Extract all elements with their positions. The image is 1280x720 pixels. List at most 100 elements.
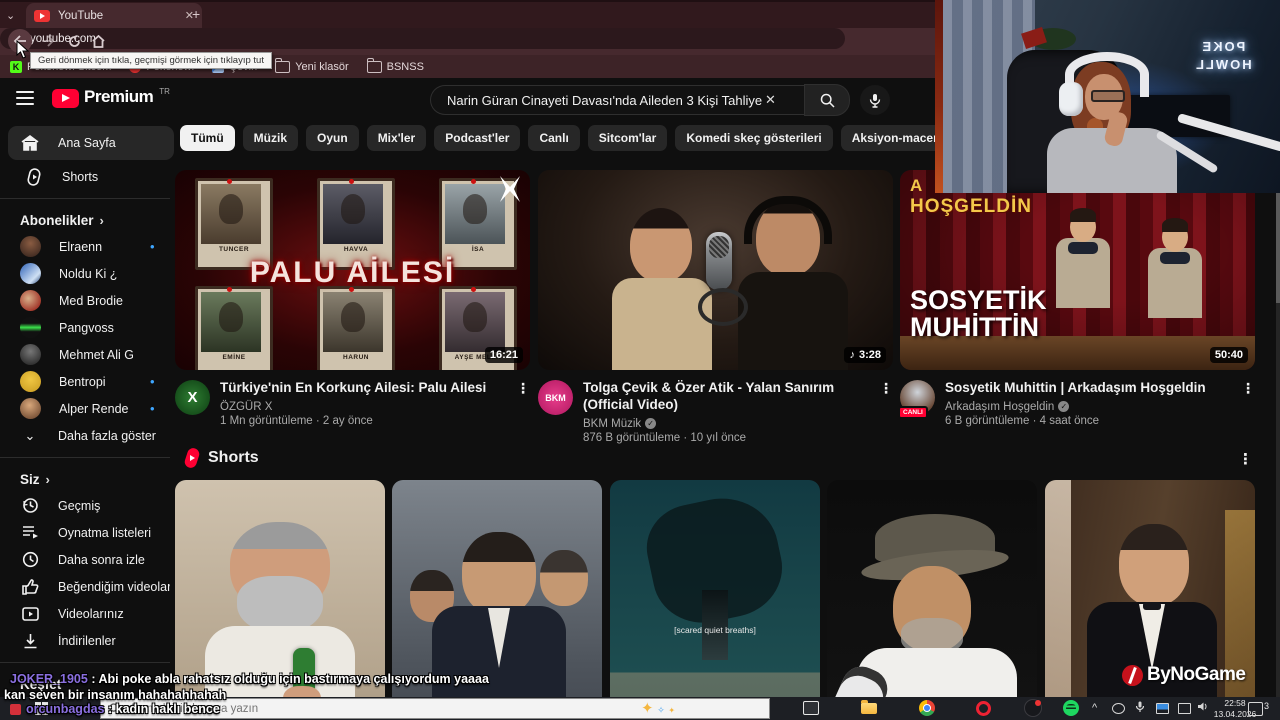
browser-tab-youtube[interactable]: YouTube ✕ [26, 3, 202, 28]
menu-icon[interactable] [16, 91, 34, 105]
video-channel[interactable]: Arkadaşım Hoşgeldin [945, 401, 1054, 413]
video-thumbnail-studio[interactable]: ♪ 3:28 [538, 170, 893, 370]
subs-header-label: Abonelikler [20, 212, 94, 228]
forward-button[interactable] [36, 29, 60, 53]
tab-search-caret-icon[interactable]: ⌄ [6, 9, 15, 22]
youtube-premium-logo[interactable]: Premium TR [52, 87, 170, 108]
short-card[interactable]: alt. [827, 480, 1037, 720]
sidebar-item-your-videos[interactable]: Videolarınız [0, 600, 170, 627]
video-card[interactable]: ♪ 3:28 BKM Tolga Çevik & Özer Atik - Yal… [538, 170, 893, 444]
search-area: ✕ [430, 84, 890, 116]
search-box[interactable]: ✕ [430, 85, 804, 115]
sidebar-item-label: İndirilenler [58, 633, 116, 648]
chip-komedi[interactable]: Komedi skeç gösterileri [675, 125, 833, 151]
opera-button[interactable] [972, 697, 994, 719]
sidebar-item-playlists[interactable]: Oynatma listeleri [0, 519, 170, 546]
sparkle-icon[interactable]: ✦ ✧ ✦ [641, 699, 761, 717]
video-title[interactable]: Sosyetik Muhittin | Arkadaşım Hoşgeldin [945, 380, 1225, 397]
chrome-button[interactable] [916, 697, 938, 719]
chip-podcastler[interactable]: Podcast'ler [434, 125, 521, 151]
sidebar-subscriptions-header[interactable]: Abonelikler › [0, 207, 170, 233]
channel-avatar[interactable]: X [175, 380, 210, 415]
sidebar-channel-elraenn[interactable]: Elraenn • [0, 233, 170, 260]
task-view-button[interactable] [800, 697, 822, 719]
more-vertical-icon[interactable]: ⋮ [516, 380, 530, 427]
bynogame-text: ByNoGame [1147, 664, 1246, 685]
sidebar-item-home[interactable]: Ana Sayfa [8, 126, 174, 160]
chip-sitcomlar[interactable]: Sitcom'lar [587, 125, 668, 151]
youtube-play-icon [52, 89, 79, 108]
video-title[interactable]: Tolga Çevik & Özer Atik - Yalan Sanırım … [583, 380, 863, 414]
search-button[interactable] [804, 84, 850, 116]
tray-network-icon[interactable] [1178, 703, 1191, 714]
home-button[interactable] [86, 29, 110, 53]
tray-app-icon[interactable] [1112, 703, 1125, 714]
bookmark-folder[interactable]: Yeni klasör [275, 57, 349, 73]
more-vertical-icon[interactable]: ⋮ [879, 380, 893, 444]
sidebar-channel-medbrodie[interactable]: Med Brodie [0, 287, 170, 314]
chip-oyun[interactable]: Oyun [306, 125, 359, 151]
youtube-favicon [34, 9, 50, 22]
tray-chevron-icon[interactable]: ^ [1092, 702, 1097, 714]
address-bar[interactable]: youtube.com [0, 28, 845, 49]
sidebar-item-label: Ana Sayfa [58, 136, 116, 150]
sidebar-channel-mehmetali[interactable]: Mehmet Ali Güldal [0, 341, 170, 368]
search-icon [820, 93, 835, 108]
chip-tumu[interactable]: Tümü [180, 125, 235, 151]
x-channel-logo [500, 176, 520, 202]
scrollbar-thumb[interactable] [1276, 193, 1280, 303]
tray-mic-icon[interactable] [1136, 701, 1144, 713]
video-title[interactable]: Türkiye'nin En Korkunç Ailesi: Palu Aile… [220, 380, 500, 397]
chat-message: JOKER_1905 : Abi poke abla rahatsız oldu… [10, 672, 489, 686]
video-thumbnail-palu[interactable]: TUNCER HAVVA İSA EMİNE HARUN AYŞE MELEK [175, 170, 530, 370]
sidebar-item-shorts[interactable]: Shorts [0, 163, 170, 190]
reload-button[interactable] [62, 29, 86, 53]
sidebar-item-watch-later[interactable]: Daha sonra izle [0, 546, 170, 573]
notification-center-icon[interactable] [1248, 702, 1263, 716]
shorts-more-icon[interactable]: ⋮ [1238, 450, 1253, 468]
video-meta: 876 B görüntüleme · 10 yıl önce [583, 431, 747, 444]
headphones [744, 196, 832, 244]
sidebar-item-liked[interactable]: Beğendiğim videolar [0, 573, 170, 600]
chip-mixler[interactable]: Mix'ler [366, 125, 427, 151]
video-thumbnail-live[interactable]: A R HOŞGELDİN SOSYETİK MUHİTTİN 50:40 [900, 170, 1255, 370]
chip-muzik[interactable]: Müzik [242, 125, 299, 151]
more-vertical-icon[interactable]: ⋮ [1241, 380, 1255, 427]
video-meta: 1 Mn görüntüleme · 2 ay önce [220, 414, 373, 427]
short-card[interactable]: [scared quiet breaths] [610, 480, 820, 720]
chevron-right-icon: › [99, 212, 104, 228]
video-channel[interactable]: BKM Müzik [583, 418, 641, 430]
mic-button[interactable] [860, 85, 890, 115]
channel-avatar[interactable]: BKM [538, 380, 573, 415]
chat-message-continuation: kan seven bir insanım hahahahhahah [4, 688, 226, 702]
sidebar-channel-alperrende[interactable]: Alper Rende • [0, 395, 170, 422]
video-card[interactable]: A R HOŞGELDİN SOSYETİK MUHİTTİN 50:40 CA… [898, 170, 1255, 427]
sidebar-you-header[interactable]: Siz › [0, 466, 170, 492]
sidebar-item-downloads[interactable]: İndirilenler [0, 627, 170, 654]
spotify-button[interactable] [1060, 697, 1082, 719]
search-input[interactable] [445, 91, 767, 109]
red-edge [935, 0, 943, 193]
sidebar-channel-pangvoss[interactable]: Pangvoss [0, 314, 170, 341]
bookmark-folder[interactable]: BSNSS [366, 57, 424, 73]
music-note-icon: ♪ [849, 349, 855, 361]
chip-canli[interactable]: Canlı [528, 125, 580, 151]
file-explorer-button[interactable] [858, 697, 880, 719]
task-view-icon [803, 701, 819, 715]
sidebar-item-history[interactable]: Geçmiş [0, 492, 170, 519]
channel-name: Alper Rende [59, 401, 129, 416]
clear-search-icon[interactable]: ✕ [765, 92, 776, 108]
sidebar-item-label: Geçmiş [58, 498, 101, 513]
sidebar-channel-bentropi[interactable]: Bentropi • [0, 368, 170, 395]
new-tab-button[interactable]: + [192, 6, 200, 22]
sidebar-show-more[interactable]: ⌄ Daha fazla göster [0, 422, 170, 449]
bride-dress [1045, 480, 1071, 720]
channel-avatar[interactable]: CANLI [898, 380, 935, 419]
channel-avatar [20, 371, 41, 392]
tray-display-icon[interactable] [1156, 703, 1169, 714]
video-channel[interactable]: ÖZGÜR X [220, 401, 272, 413]
chip-aksiyon[interactable]: Aksiyon-macera oyunları [840, 125, 936, 151]
medal-button[interactable] [1022, 697, 1044, 719]
sidebar-channel-nolduki[interactable]: Noldu Ki ¿ [0, 260, 170, 287]
video-card[interactable]: TUNCER HAVVA İSA EMİNE HARUN AYŞE MELEK [175, 170, 530, 427]
